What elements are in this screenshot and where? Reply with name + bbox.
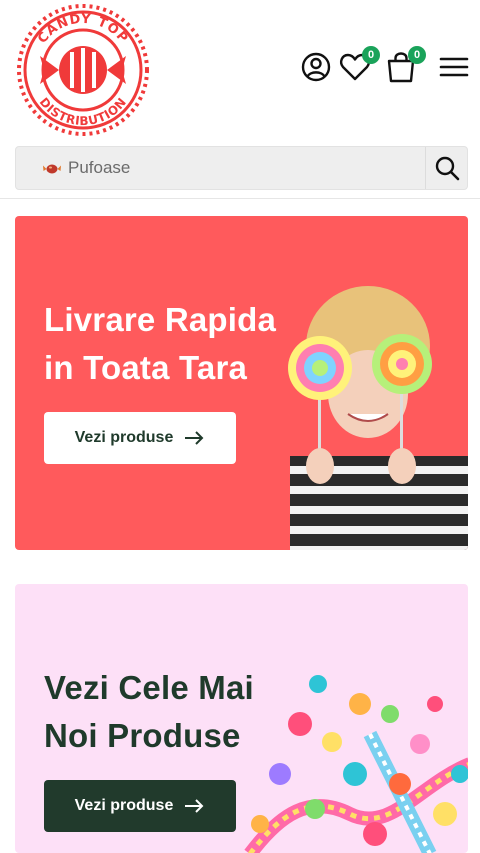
header-divider (0, 198, 480, 199)
menu-button[interactable] (437, 50, 471, 84)
banner-title-line-1: Livrare Rapida (44, 301, 277, 338)
view-products-button[interactable]: Vezi produse (44, 780, 236, 832)
account-icon (301, 52, 331, 82)
girl-with-lollipops-image (288, 286, 468, 550)
view-products-button[interactable]: Vezi produse (44, 412, 236, 464)
hamburger-icon (439, 57, 469, 77)
search-bar (15, 146, 468, 190)
search-input[interactable] (68, 147, 428, 189)
candies-image (244, 675, 468, 853)
arrow-right-icon (185, 431, 204, 445)
cta-label: Vezi produse (74, 429, 174, 446)
search-icon (435, 156, 460, 181)
site-header: CANDY TOP DISTRIBUTION 0 0 (0, 0, 480, 140)
cart-button[interactable]: 0 (384, 46, 426, 84)
cart-count-badge: 0 (408, 46, 426, 64)
arrow-right-icon (185, 799, 204, 813)
banner-title-line-2: in Toata Tara (44, 349, 248, 386)
delivery-banner: Livrare Rapida in Toata Tara Vezi produs… (15, 216, 468, 550)
banner-title: Livrare Rapida in Toata Tara (44, 296, 276, 392)
wishlist-button[interactable]: 0 (338, 46, 380, 84)
candy-icon (43, 164, 61, 174)
wishlist-count-badge: 0 (362, 46, 380, 64)
account-button[interactable] (299, 50, 333, 84)
cta-label: Vezi produse (74, 797, 174, 814)
new-products-banner: Vezi Cele Mai Noi Produse Vezi produse (15, 584, 468, 853)
brand-logo[interactable]: CANDY TOP DISTRIBUTION (14, 2, 152, 138)
search-button[interactable] (425, 147, 467, 189)
